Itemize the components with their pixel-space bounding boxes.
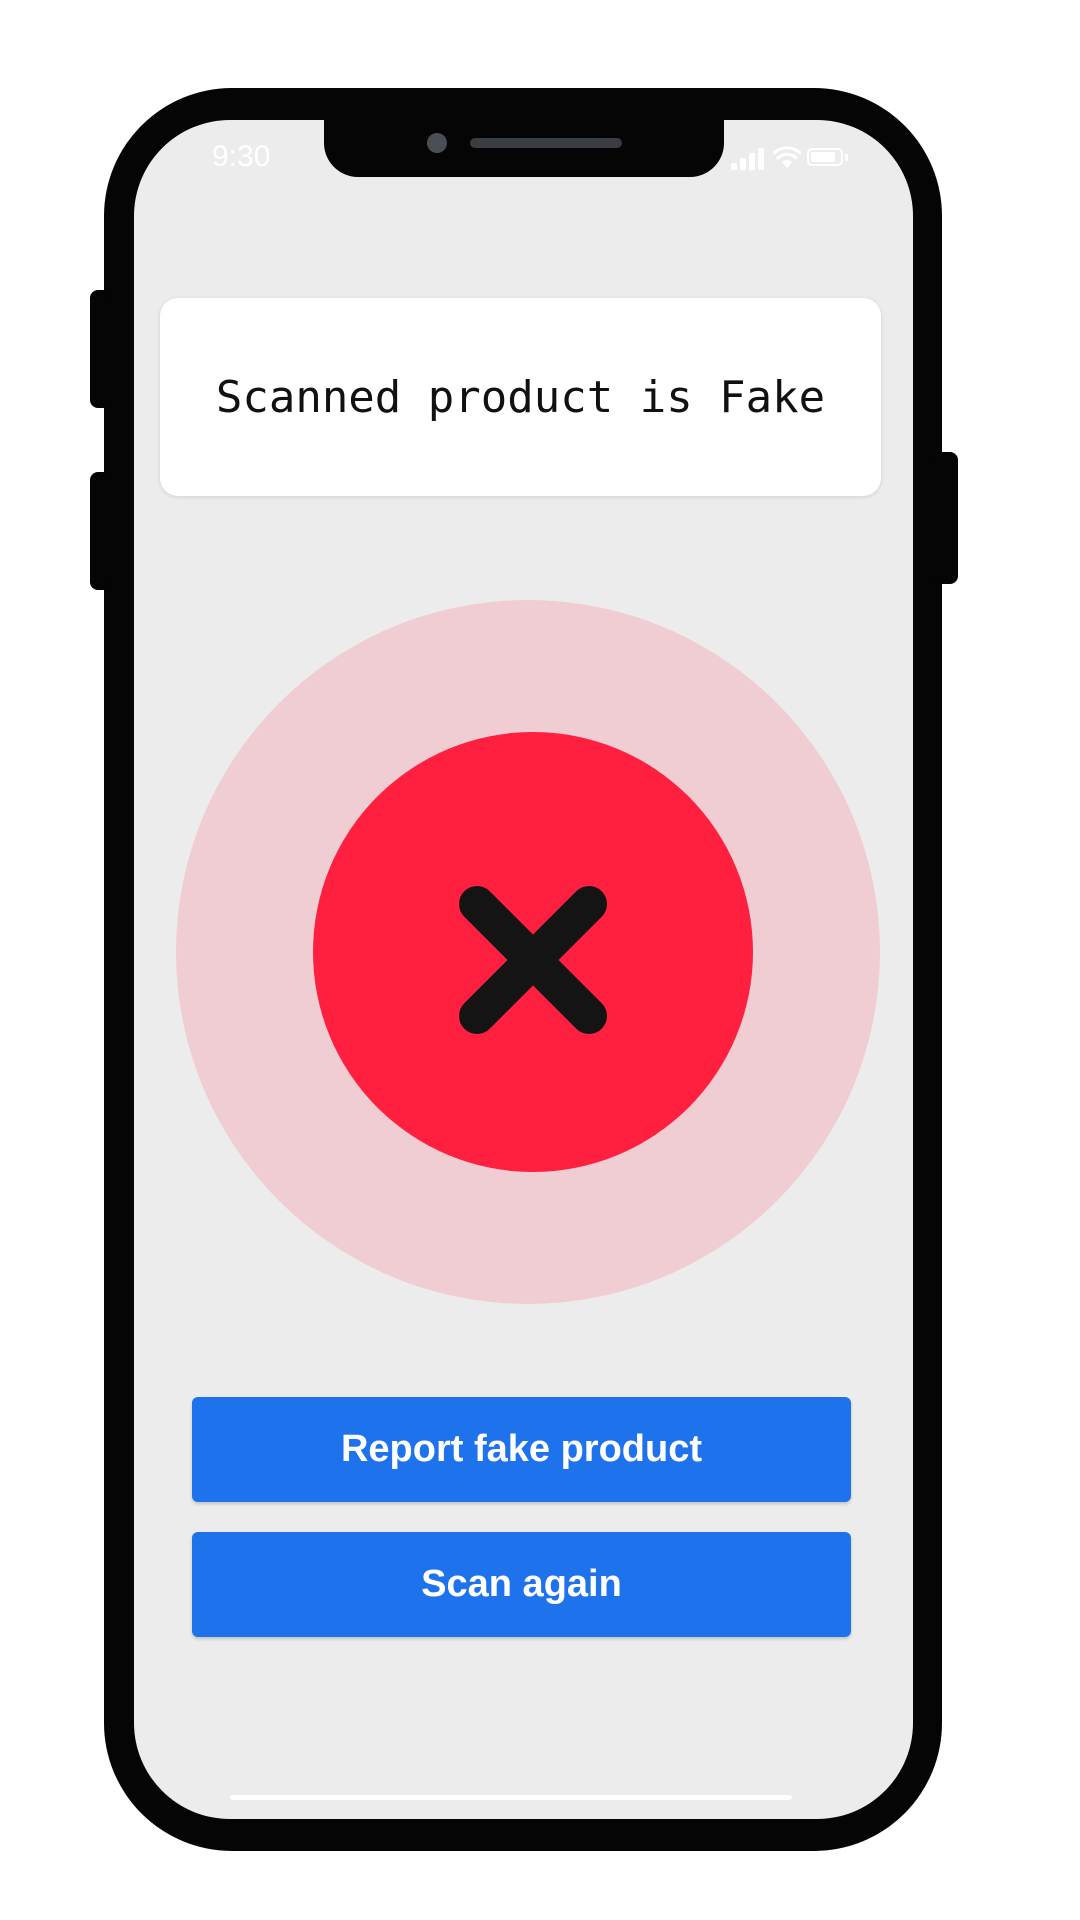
scan-again-button[interactable]: Scan again: [192, 1532, 851, 1637]
result-card: Scanned product is Fake: [160, 298, 881, 496]
home-indicator[interactable]: [230, 1795, 792, 1800]
wifi-icon: [773, 146, 801, 168]
speaker-grille: [470, 138, 622, 148]
phone-volume-down-button: [90, 472, 112, 590]
battery-tip: [845, 154, 848, 161]
notch: [324, 120, 724, 177]
result-message: Scanned product is Fake: [215, 371, 826, 423]
battery-icon: [807, 148, 843, 166]
camera-dot: [427, 133, 447, 153]
phone-volume-up-button: [90, 290, 112, 408]
report-fake-product-button[interactable]: Report fake product: [192, 1397, 851, 1502]
status-icons: [731, 146, 861, 170]
status-time: 9:30: [212, 140, 271, 173]
app-screen: 9:30 Scanned product is Fake Report fake…: [134, 120, 913, 1819]
phone-power-button: [934, 452, 958, 584]
signal-icon: [731, 146, 765, 170]
close-icon: [459, 886, 607, 1034]
